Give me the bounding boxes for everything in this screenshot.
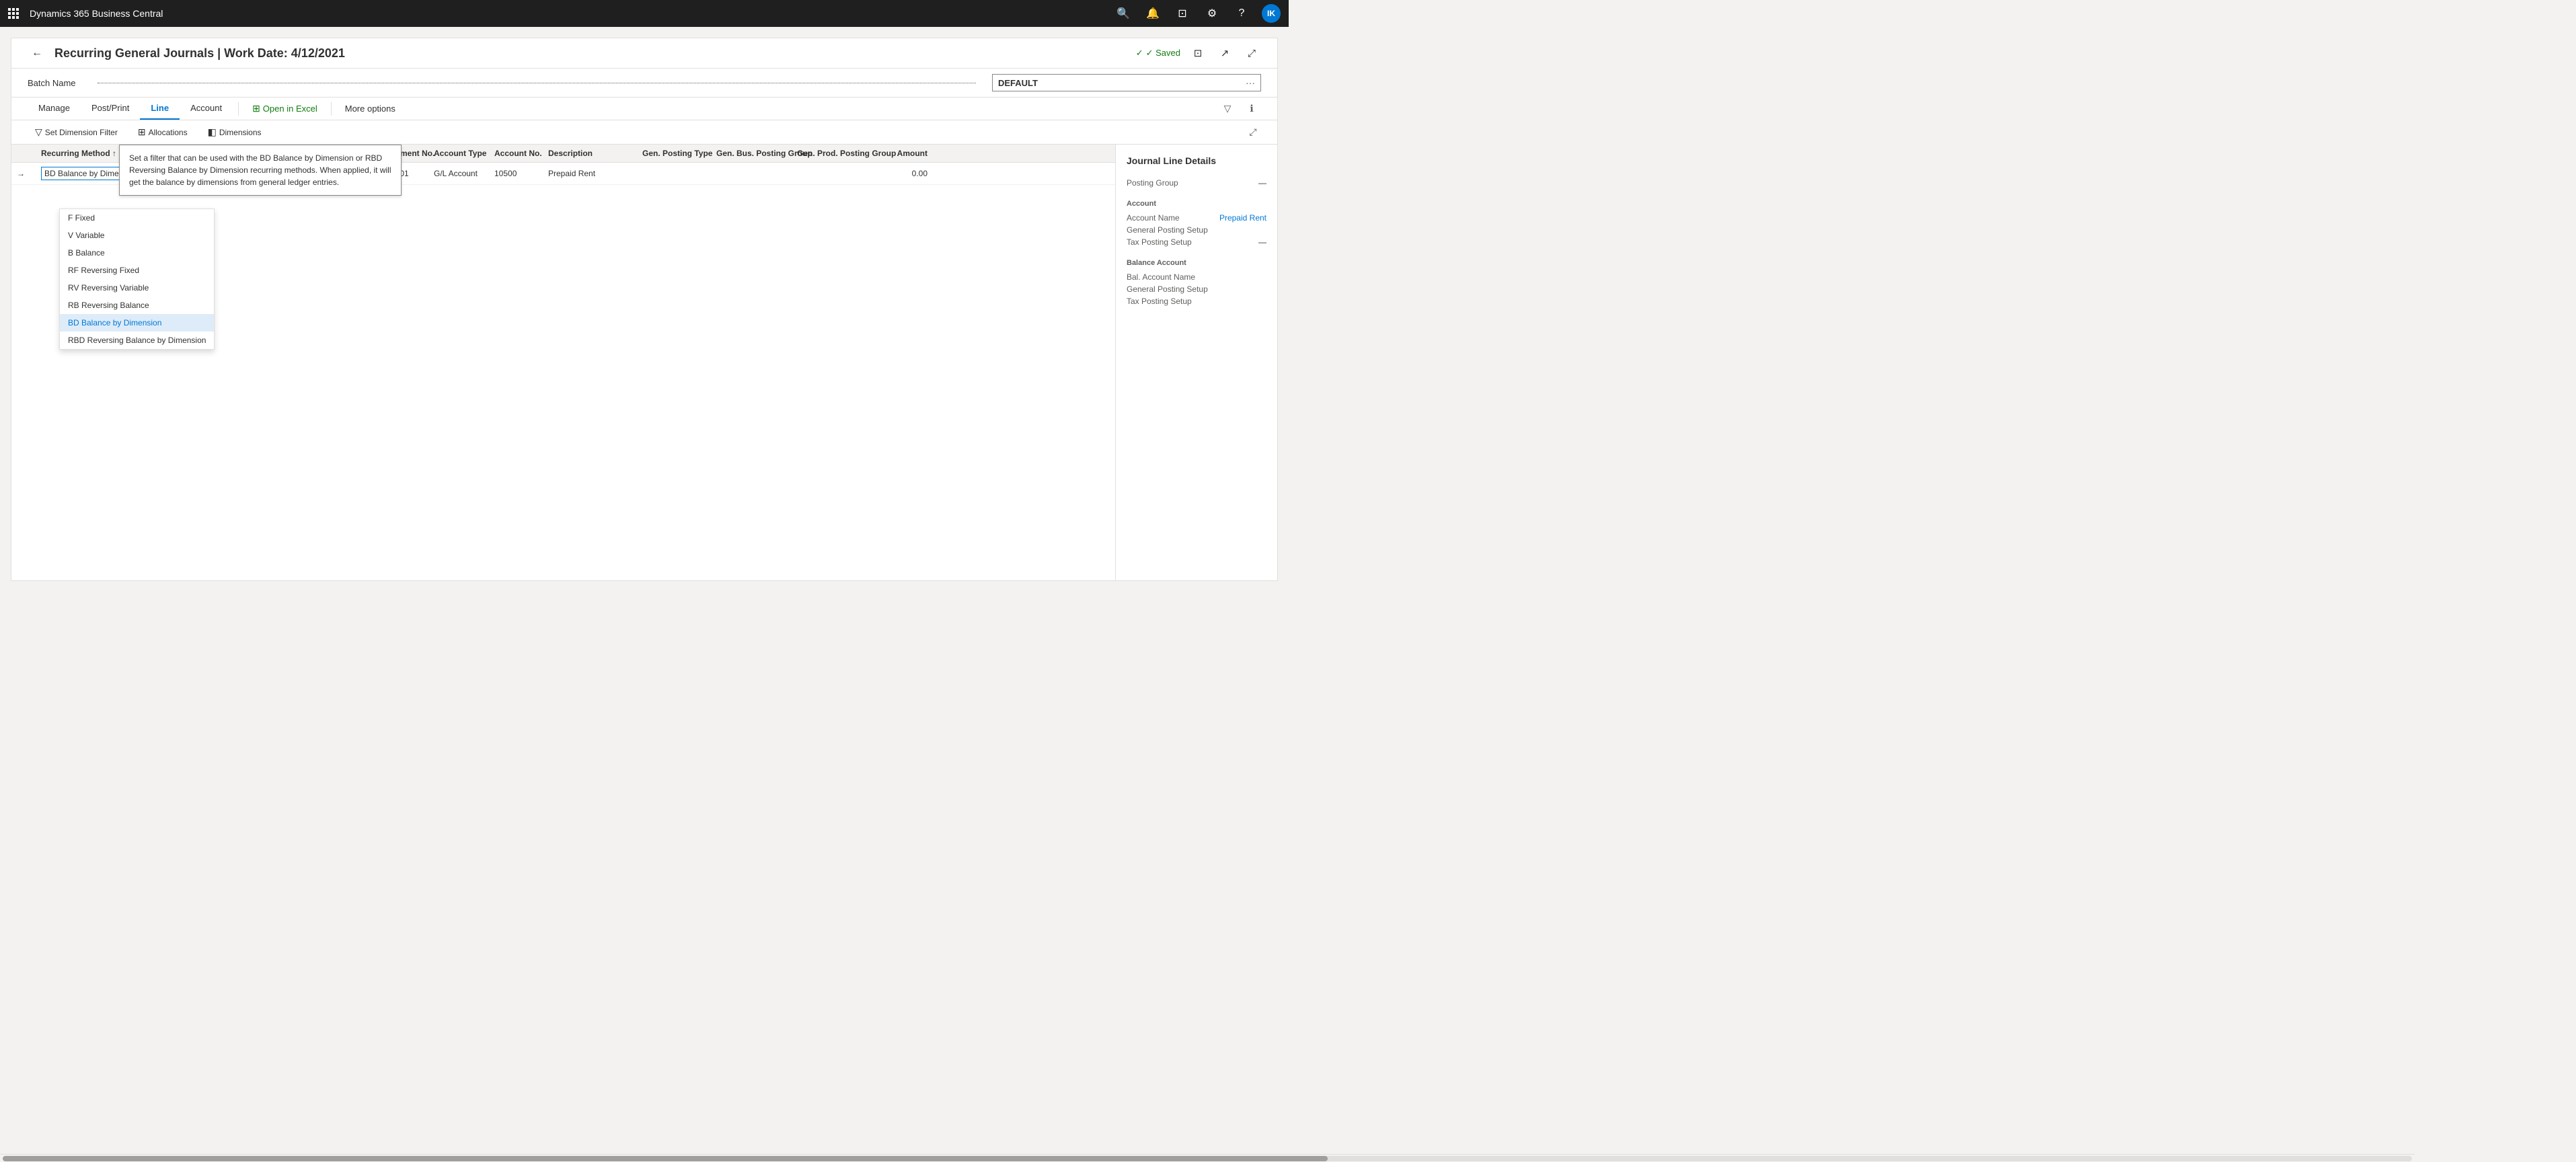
toolbar-right: ▽ ℹ (1218, 100, 1261, 118)
tax-posting-setup-dash: — (1258, 237, 1266, 247)
dropdown-item-rbd-reversing-balance-by-dimension[interactable]: RBD Reversing Balance by Dimension (60, 332, 214, 349)
batch-more-button[interactable]: ··· (1246, 77, 1255, 88)
dropdown-item-rv-reversing-variable[interactable]: RV Reversing Variable (60, 279, 214, 297)
toolbar-separator-2 (331, 102, 332, 116)
account-section-label: Account (1127, 200, 1266, 208)
posting-group-field: Posting Group — (1127, 177, 1266, 189)
right-panel: Journal Line Details Posting Group — Acc… (1116, 145, 1277, 580)
posting-group-dash: — (1258, 178, 1266, 188)
allocations-icon: ⊞ (138, 126, 146, 138)
col-header-arrow (14, 149, 36, 157)
more-options-button[interactable]: More options (337, 98, 404, 119)
col-header-gen-bus-posting-group: Gen. Bus. Posting Group (711, 145, 792, 162)
bal-tax-posting-setup-field: Tax Posting Setup (1127, 295, 1266, 307)
right-panel-title: Journal Line Details (1127, 155, 1266, 166)
recurring-method-dropdown: F Fixed V Variable B Balance RF Reversin… (59, 208, 215, 350)
bell-icon[interactable]: 🔔 (1143, 4, 1162, 23)
batch-name-input[interactable]: DEFAULT ··· (992, 74, 1261, 91)
top-navigation: Dynamics 365 Business Central 🔍 🔔 ⊡ ⚙ ? … (0, 0, 1289, 27)
page-header: ← Recurring General Journals | Work Date… (11, 38, 1277, 69)
check-icon: ✓ (1136, 48, 1143, 59)
tab-post-print[interactable]: Post/Print (81, 98, 140, 120)
sub-toolbar-right: ⤢ (1245, 124, 1261, 141)
saved-status: ✓ ✓ Saved (1136, 48, 1180, 59)
dropdown-item-b-balance[interactable]: B Balance (60, 244, 214, 262)
page-container: ← Recurring General Journals | Work Date… (11, 38, 1278, 581)
account-name-field: Account Name Prepaid Rent (1127, 212, 1266, 224)
bal-account-name-label: Bal. Account Name (1127, 272, 1195, 282)
share-icon[interactable]: ↗ (1215, 44, 1234, 63)
col-header-gen-prod-posting-group: Gen. Prod. Posting Group (792, 145, 872, 162)
dimensions-button[interactable]: ◧ Dimensions (200, 123, 269, 141)
search-icon[interactable]: 🔍 (1114, 4, 1133, 23)
funnel-icon: ▽ (35, 126, 42, 138)
description-cell[interactable]: Prepaid Rent (543, 165, 637, 182)
fullscreen-icon[interactable]: ⤢ (1242, 44, 1261, 63)
col-header-gen-posting-type: Gen. Posting Type (637, 145, 711, 162)
amount-cell[interactable]: 0.00 (872, 165, 933, 182)
bookmark-page-icon[interactable]: ⊡ (1188, 44, 1207, 63)
right-section-account: Account Account Name Prepaid Rent Genera… (1127, 200, 1266, 248)
top-nav-icons: 🔍 🔔 ⊡ ⚙ ? IK (1114, 4, 1281, 23)
sub-toolbar: ▽ Set Dimension Filter ⊞ Allocations ◧ D… (11, 120, 1277, 145)
app-grid-button[interactable] (8, 8, 19, 19)
batch-name-value: DEFAULT (998, 78, 1038, 88)
col-header-amount: Amount (872, 145, 933, 162)
expand-icon[interactable]: ⤢ (1245, 124, 1261, 141)
toolbar-separator (238, 102, 239, 116)
gen-posting-type-cell[interactable] (637, 169, 711, 178)
open-in-excel-button[interactable]: ⊞ Open in Excel (244, 98, 326, 120)
toolbar: Manage Post/Print Line Account ⊞ Open in… (11, 98, 1277, 120)
account-no-cell[interactable]: 10500 (489, 165, 543, 182)
user-avatar[interactable]: IK (1262, 4, 1281, 23)
posting-group-label: Posting Group (1127, 178, 1178, 188)
dropdown-item-bd-balance-by-dimension[interactable]: BD Balance by Dimension (60, 314, 214, 332)
col-header-description: Description (543, 145, 637, 162)
tooltip-box: Set a filter that can be used with the B… (119, 145, 402, 196)
bal-account-name-field: Bal. Account Name (1127, 271, 1266, 283)
general-posting-setup-label: General Posting Setup (1127, 225, 1208, 235)
filter-icon[interactable]: ▽ (1218, 100, 1237, 118)
account-name-label: Account Name (1127, 213, 1180, 223)
settings-icon[interactable]: ⚙ (1203, 4, 1221, 23)
tab-account[interactable]: Account (180, 98, 233, 120)
row-arrow: → (14, 165, 36, 182)
account-type-cell[interactable]: G/L Account (428, 165, 489, 182)
bal-general-posting-setup-label: General Posting Setup (1127, 284, 1208, 294)
dropdown-item-f-fixed[interactable]: F Fixed (60, 209, 214, 227)
account-name-value: Prepaid Rent (1219, 213, 1266, 223)
tax-posting-setup-label: Tax Posting Setup (1127, 237, 1192, 247)
dimensions-icon: ◧ (208, 126, 217, 138)
bookmark-icon[interactable]: ⊡ (1173, 4, 1192, 23)
right-section-posting-group: Posting Group — (1127, 177, 1266, 189)
bal-general-posting-setup-field: General Posting Setup (1127, 283, 1266, 295)
tab-manage[interactable]: Manage (28, 98, 81, 120)
tab-line[interactable]: Line (140, 98, 180, 120)
batch-name-row: Batch Name DEFAULT ··· (11, 69, 1277, 98)
balance-account-label: Balance Account (1127, 259, 1266, 267)
gen-prod-posting-group-cell[interactable] (792, 169, 872, 178)
excel-icon: ⊞ (252, 103, 260, 114)
header-actions: ✓ ✓ Saved ⊡ ↗ ⤢ (1136, 44, 1261, 63)
col-header-account-type: Account Type (428, 145, 489, 162)
dropdown-item-v-variable[interactable]: V Variable (60, 227, 214, 244)
page-title: Recurring General Journals | Work Date: … (54, 46, 1128, 61)
allocations-button[interactable]: ⊞ Allocations (130, 123, 195, 141)
col-header-account-no: Account No. (489, 145, 543, 162)
help-icon[interactable]: ? (1232, 4, 1251, 23)
app-title: Dynamics 365 Business Central (30, 8, 1108, 19)
bal-tax-posting-setup-label: Tax Posting Setup (1127, 297, 1192, 306)
gen-bus-posting-group-cell[interactable] (711, 169, 792, 178)
info-icon[interactable]: ℹ (1242, 100, 1261, 118)
set-dimension-filter-button[interactable]: ▽ Set Dimension Filter (28, 123, 125, 141)
batch-name-label: Batch Name (28, 78, 81, 88)
general-posting-setup-field: General Posting Setup (1127, 224, 1266, 236)
tax-posting-setup-field: Tax Posting Setup — (1127, 236, 1266, 248)
dropdown-item-rf-reversing-fixed[interactable]: RF Reversing Fixed (60, 262, 214, 279)
back-button[interactable]: ← (28, 44, 46, 63)
dropdown-item-rb-reversing-balance[interactable]: RB Reversing Balance (60, 297, 214, 314)
right-section-balance-account: Balance Account Bal. Account Name Genera… (1127, 259, 1266, 307)
